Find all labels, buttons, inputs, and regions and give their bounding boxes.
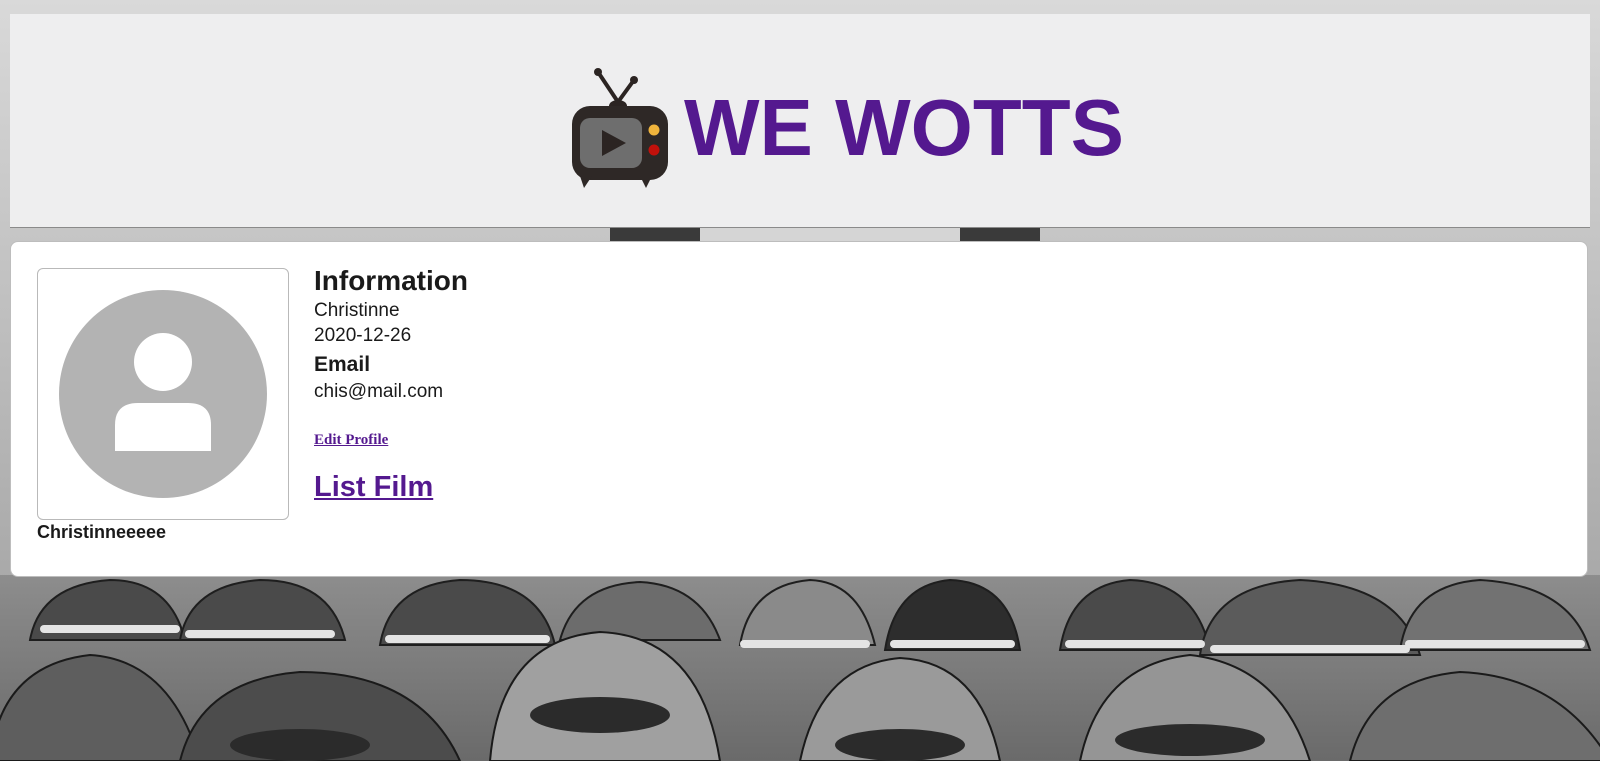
brand-name: WE WOTTS <box>684 83 1124 172</box>
site-logo[interactable]: WE WOTTS <box>570 66 1124 190</box>
profile-card: Christinneeeee Information Christinne 20… <box>10 241 1588 577</box>
information-heading: Information <box>314 265 468 296</box>
profile-date: 2020-12-26 <box>314 324 412 346</box>
email-heading: Email <box>314 352 371 376</box>
edit-profile-link[interactable]: Edit Profile <box>314 432 388 449</box>
profile-username: Christinneeeee <box>37 522 167 542</box>
tv-play-icon <box>572 68 668 188</box>
profile-name: Christinne <box>314 299 400 321</box>
list-film-link[interactable]: List Film <box>314 471 468 504</box>
default-user-avatar-icon <box>59 290 267 498</box>
avatar-frame <box>37 268 289 520</box>
site-header: WE WOTTS <box>10 14 1590 228</box>
profile-information: Information Christinne 2020-12-26 Email … <box>314 264 468 504</box>
profile-email: chis@mail.com <box>314 380 444 402</box>
